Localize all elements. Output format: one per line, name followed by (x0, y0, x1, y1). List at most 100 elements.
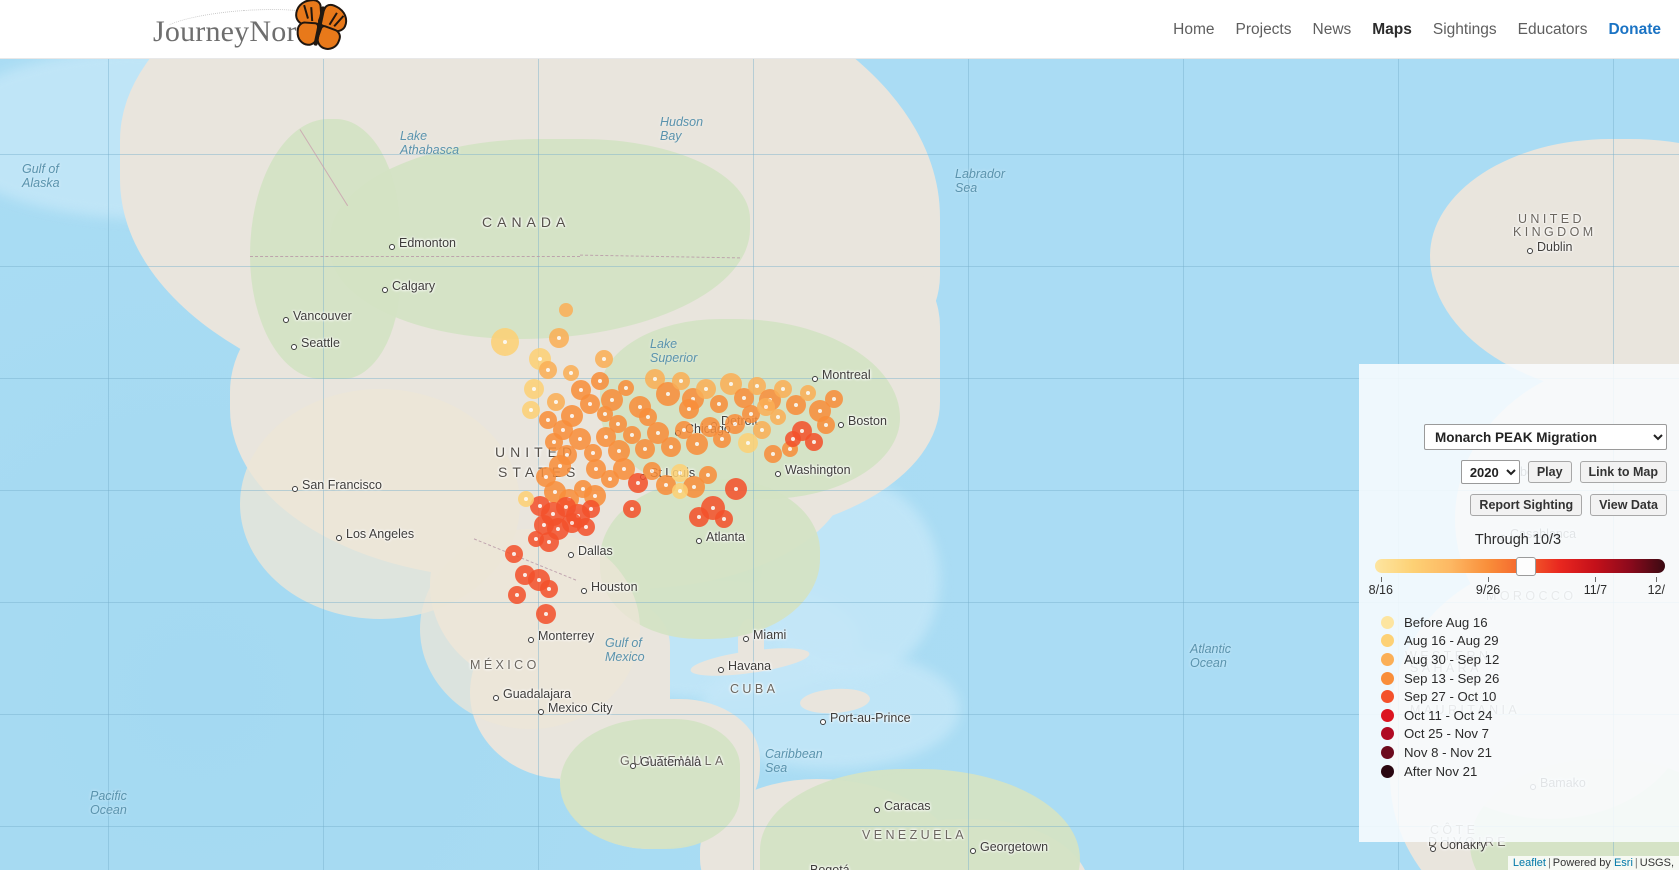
legend-item-label: Sep 13 - Sep 26 (1404, 670, 1500, 686)
project-select[interactable]: Monarch PEAK Migration (1424, 424, 1667, 450)
sighting-marker[interactable] (577, 518, 595, 536)
sighting-marker[interactable] (699, 466, 717, 484)
leaflet-link[interactable]: Leaflet (1513, 857, 1546, 869)
sighting-marker[interactable] (785, 431, 801, 447)
map-city-dot (874, 807, 880, 813)
sighting-marker[interactable] (738, 433, 758, 453)
map-city-dot (528, 637, 534, 643)
map-city-dot (389, 244, 395, 250)
site-header: JourneyNorth Home Projects News Maps Sig… (0, 0, 1679, 59)
link-to-map-button[interactable]: Link to Map (1579, 461, 1667, 483)
date-slider[interactable] (1375, 557, 1665, 576)
through-date-label: Through 10/3 (1474, 532, 1562, 548)
sighting-marker[interactable] (549, 328, 569, 348)
attribution-separator-2: | (1634, 857, 1638, 869)
esri-link[interactable]: Esri (1614, 857, 1633, 869)
sighting-marker[interactable] (522, 401, 540, 419)
sighting-marker[interactable] (679, 399, 699, 419)
play-button[interactable]: Play (1527, 461, 1572, 483)
attribution-separator-1: | (1547, 857, 1551, 869)
attribution-powered-by: Powered by (1552, 857, 1611, 869)
sighting-marker[interactable] (689, 507, 709, 527)
sighting-marker[interactable] (639, 408, 657, 426)
year-select[interactable]: 2020 (1460, 460, 1520, 484)
legend-item: Aug 30 - Sep 12 (1381, 650, 1667, 669)
sighting-marker[interactable] (672, 483, 688, 499)
nav-link-educators[interactable]: Educators (1518, 21, 1588, 39)
map-city-dot (283, 317, 289, 323)
sighting-marker[interactable] (710, 395, 728, 413)
slider-tick-mark (1656, 577, 1658, 582)
legend-color-swatch (1381, 708, 1394, 722)
map-city-dot (743, 636, 749, 642)
sighting-marker[interactable] (563, 365, 579, 381)
report-sighting-button[interactable]: Report Sighting (1470, 494, 1583, 516)
sighting-marker[interactable] (675, 421, 693, 439)
legend-item-label: Aug 16 - Aug 29 (1404, 633, 1499, 649)
slider-tick-label: 8/16 (1368, 583, 1393, 597)
sighting-marker[interactable] (817, 416, 835, 434)
map-city-dot (538, 709, 544, 715)
sighting-marker[interactable] (764, 445, 782, 463)
sighting-marker[interactable] (618, 380, 634, 396)
legend-item-label: After Nov 21 (1404, 763, 1478, 779)
leaflet-map[interactable]: Gulf of Alaska Lake Athabasca Hudson Bay La… (0, 59, 1679, 870)
sighting-marker[interactable] (508, 586, 526, 604)
page-scrollbar[interactable] (1670, 118, 1679, 870)
sighting-marker[interactable] (491, 328, 519, 356)
date-slider-thumb[interactable] (1515, 557, 1536, 576)
sighting-marker[interactable] (672, 372, 690, 390)
nav-link-home[interactable]: Home (1173, 21, 1214, 39)
sighting-marker[interactable] (800, 385, 816, 401)
sighting-marker[interactable] (559, 303, 573, 317)
sighting-marker[interactable] (595, 350, 613, 368)
sighting-marker[interactable] (725, 478, 747, 500)
sighting-marker[interactable] (524, 379, 544, 399)
site-logo[interactable]: JourneyNorth (148, 0, 363, 59)
nav-link-news[interactable]: News (1313, 21, 1352, 39)
legend-item: Sep 13 - Sep 26 (1381, 669, 1667, 688)
map-city-dot (718, 667, 724, 673)
sighting-marker[interactable] (715, 510, 733, 528)
sighting-marker[interactable] (757, 398, 775, 416)
attribution-sources: USGS, (1639, 857, 1674, 869)
legend-item: Oct 25 - Nov 7 (1381, 725, 1667, 744)
nav-link-maps[interactable]: Maps (1372, 21, 1412, 39)
sighting-marker[interactable] (528, 531, 544, 547)
nav-link-donate[interactable]: Donate (1608, 21, 1661, 39)
nav-link-projects[interactable]: Projects (1236, 21, 1292, 39)
secondary-actions-row: Report Sighting View Data (1373, 494, 1667, 516)
map-city-dot (292, 486, 298, 492)
legend-color-swatch (1381, 652, 1394, 666)
sighting-marker[interactable] (540, 580, 558, 598)
map-city-dot (775, 471, 781, 477)
sighting-marker[interactable] (536, 604, 556, 624)
sighting-marker[interactable] (582, 500, 600, 518)
sighting-marker[interactable] (505, 545, 523, 563)
sighting-marker[interactable] (553, 420, 573, 440)
legend-color-swatch (1381, 634, 1394, 648)
project-select-row: Monarch PEAK Migration (1373, 424, 1667, 450)
sighting-marker[interactable] (597, 406, 613, 422)
slider-tick-label: 9/26 (1475, 583, 1501, 597)
sighting-marker[interactable] (805, 433, 823, 451)
sighting-marker[interactable] (635, 439, 655, 459)
legend-item: Nov 8 - Nov 21 (1381, 743, 1667, 762)
map-city-dot (696, 538, 702, 544)
legend-item-label: Aug 30 - Sep 12 (1404, 651, 1500, 667)
map-city-dot (1527, 248, 1533, 254)
page-root: JourneyNorth Home Projects News Maps Sig… (0, 0, 1679, 870)
map-city-dot (336, 535, 342, 541)
sighting-marker[interactable] (539, 361, 557, 379)
sighting-marker[interactable] (825, 390, 843, 408)
legend-item-label: Oct 11 - Oct 24 (1404, 707, 1493, 723)
sighting-marker[interactable] (774, 380, 792, 398)
legend-item: Before Aug 16 (1381, 613, 1667, 632)
slider-tick-mark (1380, 577, 1382, 582)
nav-link-sightings[interactable]: Sightings (1433, 21, 1497, 39)
sighting-marker[interactable] (518, 491, 534, 507)
sighting-marker[interactable] (591, 372, 609, 390)
view-data-button[interactable]: View Data (1590, 494, 1667, 516)
map-city-dot (1430, 846, 1436, 852)
sighting-marker[interactable] (623, 500, 641, 518)
